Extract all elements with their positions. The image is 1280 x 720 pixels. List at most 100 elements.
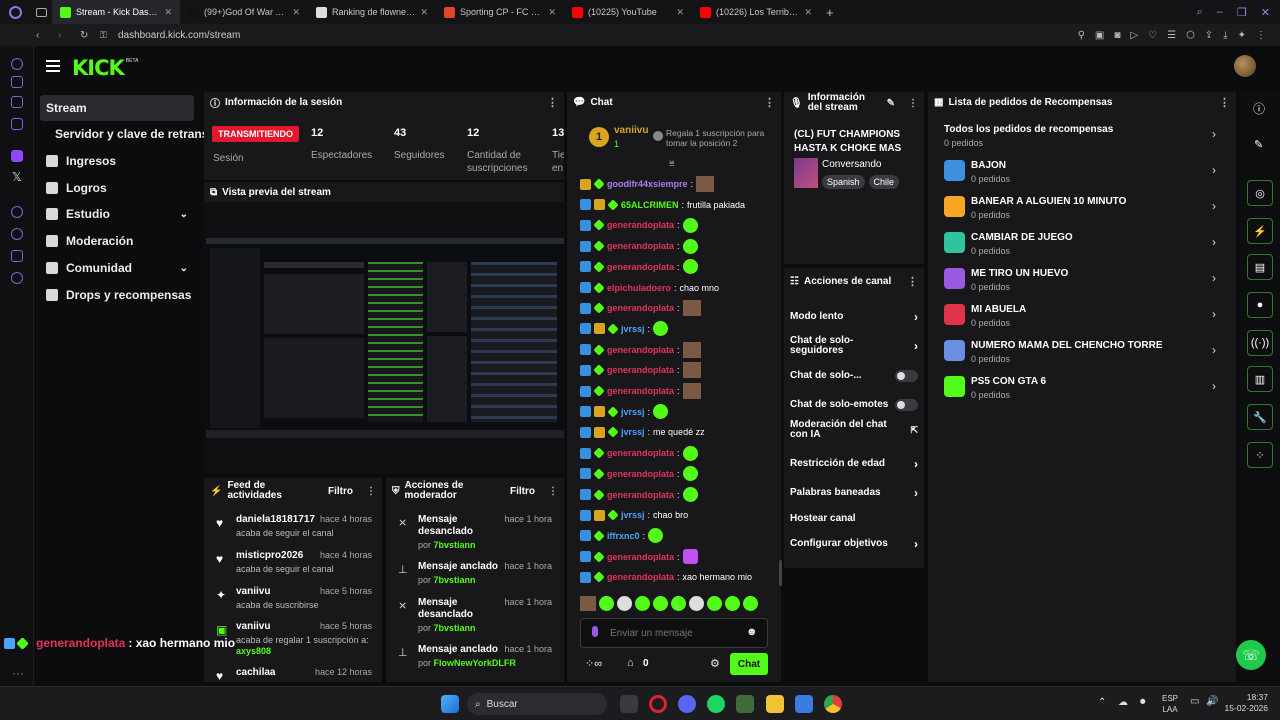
x-icon[interactable]: 𝕏	[12, 170, 22, 184]
chat-message[interactable]: elpichuladoero: chao mno	[580, 279, 719, 297]
toggle-switch[interactable]	[895, 370, 918, 382]
chat-username[interactable]: iffrxnc0	[607, 531, 640, 541]
kick-logo[interactable]: KICK BETA	[72, 56, 138, 80]
side-panel-icon[interactable]	[11, 118, 23, 130]
store-icon[interactable]: ⌂	[627, 657, 634, 669]
spotify-icon[interactable]	[707, 695, 725, 713]
channel-action[interactable]: Modo lento ›	[790, 309, 918, 325]
mod-action-user[interactable]: FlowNewYorkDLFR	[434, 658, 516, 668]
browser-tab[interactable]: (10226) Los Terribles - You ✕	[692, 0, 820, 24]
reward-item[interactable]: BAJON 0 pedidos ›	[944, 156, 1224, 192]
chat-username[interactable]: generandoplata	[607, 262, 674, 272]
chat-more-icon[interactable]: ⋮	[764, 96, 775, 109]
chat-username[interactable]: generandoplata	[607, 345, 674, 355]
side-panel-icon[interactable]	[11, 58, 23, 70]
activity-item[interactable]: daniela18181717 hace 4 horas acaba de segu…	[236, 514, 376, 544]
edit-icon[interactable]: ✎	[887, 98, 895, 109]
microphone-icon[interactable]	[592, 626, 598, 637]
mod-action-item[interactable]: ⨯ Mensaje desanclado hace 1 hora por 7bvsti…	[396, 597, 556, 637]
chat-message[interactable]: generandoplata:	[580, 341, 701, 359]
reward-item[interactable]: Todos los pedidos de recompensas 0 pedido…	[944, 120, 1224, 156]
send-chat-button[interactable]: Chat	[730, 653, 768, 675]
twitch-icon[interactable]	[11, 150, 23, 162]
chat-username[interactable]: generandoplata	[607, 386, 674, 396]
back-icon[interactable]: ‹	[36, 30, 52, 41]
tab-close-icon[interactable]: ✕	[292, 7, 300, 18]
reward-item[interactable]: ME TIRO UN HUEVO 0 pedidos ›	[944, 264, 1224, 300]
store-app-icon[interactable]	[795, 695, 813, 713]
mod-actions-filter[interactable]: Filtro	[510, 486, 535, 497]
emote-icon[interactable]	[599, 596, 614, 611]
edit-layout-icon[interactable]: ✎	[1254, 138, 1263, 151]
tray-network-icon[interactable]: ☁	[1118, 697, 1128, 708]
chat-message[interactable]: generandoplata:	[580, 486, 698, 504]
broadcast-icon[interactable]: ((·))	[1247, 330, 1273, 356]
mod-action-item[interactable]: ⊥ Mensaje anclado hace 1 hora por FlowNewYo…	[396, 644, 556, 684]
sidebar-item[interactable]: Moderación	[40, 228, 194, 254]
bolt-icon[interactable]: ⚡	[1247, 218, 1273, 244]
stream-info-more-icon[interactable]: ⋮	[908, 98, 918, 109]
chat-message[interactable]: goodlfr44xsiempre:	[580, 175, 715, 193]
sidebar-item[interactable]: Ingresos	[40, 148, 194, 174]
chat-message[interactable]: generandoplata:	[580, 548, 698, 566]
channel-action[interactable]: Restricción de edad ›	[790, 456, 918, 472]
wrench-icon[interactable]: 🔧	[1247, 404, 1273, 430]
share-icon[interactable]: ⇪	[1205, 30, 1213, 41]
browser-tab[interactable]: Sporting CP - FC Famalica ✕	[436, 0, 564, 24]
chat-username[interactable]: generandoplata	[607, 448, 674, 458]
tab-close-icon[interactable]: ✕	[804, 7, 812, 18]
chat-message[interactable]: generandoplata:	[580, 299, 701, 317]
toggle-switch[interactable]	[895, 399, 918, 411]
language-indicator[interactable]: ESP LAA	[1162, 693, 1178, 715]
chat-username[interactable]: jvrssj	[621, 510, 645, 520]
tray-display-icon[interactable]: ▭	[1190, 696, 1199, 707]
document-icon[interactable]: ▤	[1247, 254, 1273, 280]
gift-text[interactable]: Regala 1 suscripción para tomar la posic…	[666, 128, 766, 148]
side-panel-icon[interactable]	[11, 96, 23, 108]
activity-item[interactable]: vaniivu hace 5 horas acaba de regalar 1 su…	[236, 621, 376, 656]
clock[interactable]: 18:37 15-02-2026	[1222, 692, 1268, 714]
history-icon[interactable]	[11, 228, 23, 240]
chat-message[interactable]: generandoplata:	[580, 361, 701, 379]
emote-icon[interactable]	[653, 596, 668, 611]
tab-close-icon[interactable]: ✕	[164, 7, 172, 18]
info-icon[interactable]: ⓘ	[1253, 100, 1265, 117]
emote-icon[interactable]	[743, 596, 758, 611]
category-name[interactable]: Conversando	[822, 159, 881, 170]
taskbar-search[interactable]: ⌕ Buscar	[467, 693, 607, 715]
more-icon[interactable]: ···	[12, 666, 24, 680]
chat-message[interactable]: iffrxnc0:	[580, 527, 664, 545]
activity-item[interactable]: vaniivu hace 5 horas acaba de suscribirse	[236, 586, 376, 616]
chat-bubble-icon[interactable]: ●	[1247, 292, 1273, 318]
channel-action[interactable]: Chat de solo-seguidores ›	[790, 336, 918, 356]
mod-actions-more-icon[interactable]: ⋮	[548, 486, 558, 497]
tab-list-icon[interactable]	[30, 7, 52, 17]
chat-scrollbar[interactable]	[779, 560, 782, 586]
emote-icon[interactable]	[617, 596, 632, 611]
more-icon[interactable]: ⋮	[1256, 30, 1266, 41]
chat-message[interactable]: generandoplata:	[580, 444, 698, 462]
activity-filter[interactable]: Filtro	[328, 486, 353, 497]
tray-volume-icon[interactable]: 🔊	[1206, 696, 1218, 707]
heart-icon[interactable]: ♡	[1148, 30, 1157, 41]
connections-icon[interactable]: ⁘	[1247, 442, 1273, 468]
emote-icon[interactable]	[580, 596, 596, 611]
minimize-icon[interactable]: –	[1217, 6, 1223, 19]
chat-username[interactable]: generandoplata	[607, 303, 674, 313]
play-icon[interactable]: ▷	[1130, 30, 1138, 41]
channel-actions-more-icon[interactable]: ⋮	[907, 275, 918, 288]
reward-item[interactable]: PS5 CON GTA 6 0 pedidos ›	[944, 372, 1224, 408]
channel-action[interactable]: Chat de solo-...	[790, 368, 918, 384]
emote-icon[interactable]	[635, 596, 650, 611]
activity-item[interactable]: misticpro2026 hace 4 horas acaba de seguir…	[236, 550, 376, 580]
browser-tab[interactable]: (99+)God Of War Trilogy F ✕	[180, 0, 308, 24]
chat-username[interactable]: generandoplata	[607, 572, 674, 582]
chat-message[interactable]: generandoplata: xao hermano mio	[580, 568, 752, 586]
hamburger-menu-icon[interactable]	[46, 60, 60, 72]
chat-username[interactable]: jvrssj	[621, 427, 645, 437]
emote-icon[interactable]	[707, 596, 722, 611]
chat-username[interactable]: jvrssj	[621, 324, 645, 334]
tray-chevron-icon[interactable]: ⌃	[1098, 697, 1106, 708]
task-view-icon[interactable]	[620, 695, 638, 713]
rewards-more-icon[interactable]: ⋮	[1219, 96, 1230, 109]
